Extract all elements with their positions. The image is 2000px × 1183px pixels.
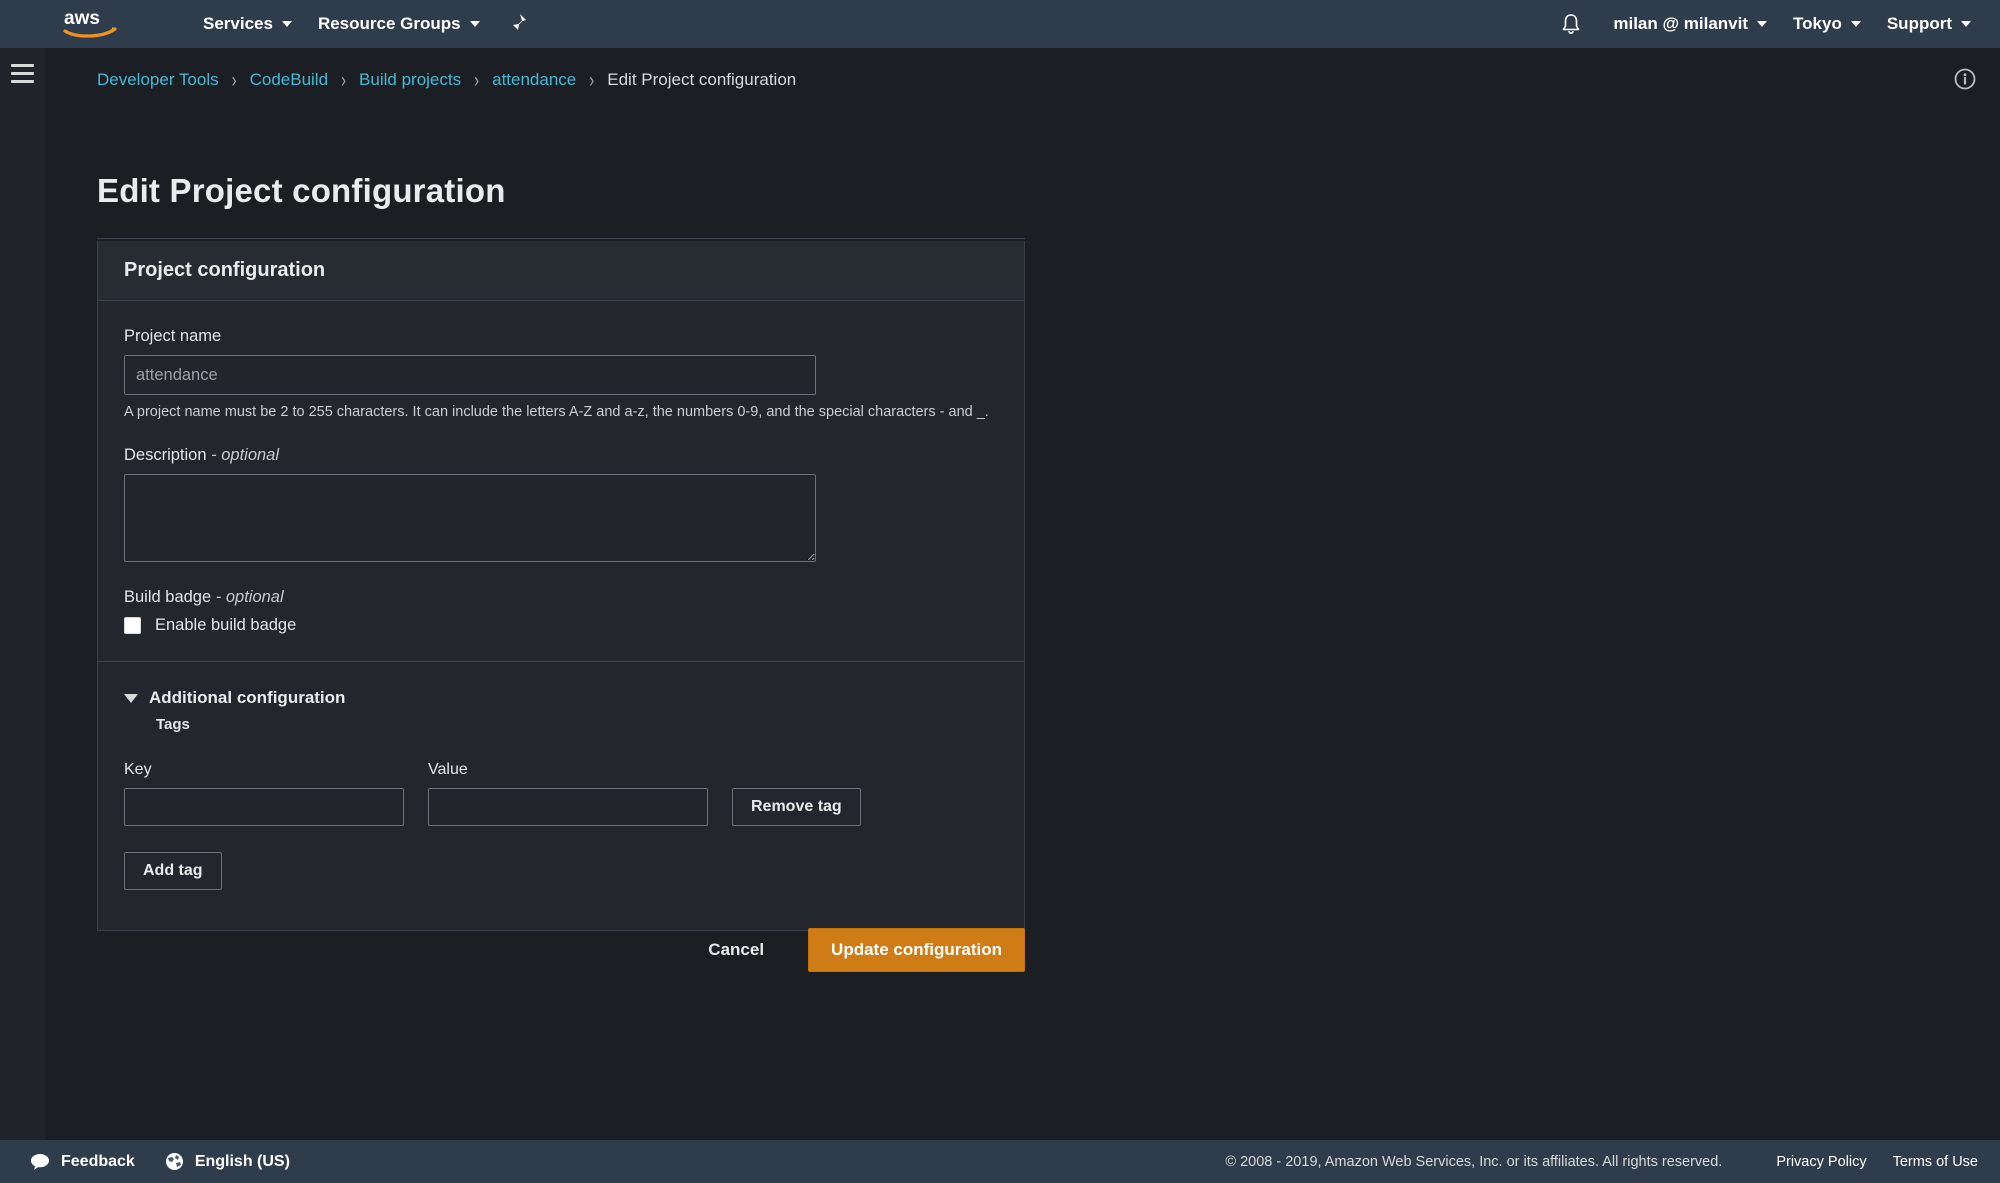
tag-key-input[interactable]: [124, 788, 404, 826]
additional-configuration-section: Additional configuration Tags Key Value …: [98, 662, 1024, 930]
info-circle-icon: [1954, 68, 1976, 90]
breadcrumb-item-current: Edit Project configuration: [607, 70, 797, 89]
breadcrumb-separator: ›: [474, 68, 480, 92]
top-navigation-bar: aws Services Resource Groups milan @ mil…: [0, 0, 2000, 48]
language-label: English (US): [194, 1152, 290, 1170]
support-menu-label: Support: [1886, 14, 1952, 33]
chevron-down-icon: [469, 21, 480, 27]
language-selector[interactable]: English (US): [165, 1152, 290, 1171]
notifications-button[interactable]: [1558, 11, 1584, 37]
build-badge-optional-suffix: - optional: [215, 588, 284, 606]
bell-icon: [1563, 14, 1580, 35]
hamburger-menu-icon[interactable]: [11, 64, 34, 88]
enable-build-badge-label: Enable build badge: [155, 616, 297, 634]
update-configuration-button[interactable]: Update configuration: [808, 928, 1025, 972]
aws-logo-icon: aws: [63, 8, 117, 38]
region-menu-label: Tokyo: [1793, 14, 1842, 33]
title-divider: [97, 238, 1025, 239]
top-navigation-right: milan @ milanvit Tokyo Support: [1558, 0, 2000, 48]
page-footer: Feedback English (US) © 2008 - 2019, Ama…: [0, 1140, 2000, 1183]
pin-icon: [509, 14, 526, 33]
tag-value-input[interactable]: [428, 788, 708, 826]
project-configuration-card: Project configuration Project name A pro…: [97, 241, 1025, 931]
hamburger-bar: [11, 80, 34, 83]
copyright-text: © 2008 - 2019, Amazon Web Services, Inc.…: [1225, 1153, 1723, 1170]
additional-configuration-toggle[interactable]: Additional configuration: [124, 688, 998, 708]
card-header-title: Project configuration: [124, 259, 326, 281]
project-name-input[interactable]: [124, 355, 816, 395]
hamburger-bar: [11, 64, 34, 67]
tag-key-label: Key: [124, 761, 152, 778]
tag-key-column: Key: [124, 761, 404, 826]
project-details-section: Project name A project name must be 2 to…: [98, 301, 1024, 662]
breadcrumb-separator: ›: [589, 68, 595, 92]
left-sidebar: [0, 48, 45, 1140]
info-panel-toggle[interactable]: [1952, 66, 1978, 92]
account-menu-label: milan @ milanvit: [1613, 14, 1749, 33]
tag-value-column: Value: [428, 761, 708, 826]
project-name-label: Project name: [124, 327, 222, 345]
svg-text:aws: aws: [64, 8, 100, 29]
chevron-down-icon: [1961, 21, 1971, 27]
region-menu[interactable]: Tokyo: [1780, 0, 1874, 48]
terms-of-use-link[interactable]: Terms of Use: [1893, 1154, 1978, 1170]
account-menu[interactable]: milan @ milanvit: [1600, 0, 1780, 48]
feedback-label: Feedback: [61, 1152, 135, 1170]
enable-build-badge-row[interactable]: Enable build badge: [124, 616, 998, 635]
add-tag-button[interactable]: Add tag: [124, 852, 222, 890]
hamburger-bar: [11, 72, 34, 75]
pin-shortcut-button[interactable]: [493, 0, 541, 48]
tag-row: Key Value Remove tag: [124, 761, 998, 826]
build-badge-label: Build badge - optional: [124, 588, 998, 607]
description-label: Description - optional: [124, 446, 998, 465]
breadcrumb-item-attendance[interactable]: attendance: [492, 70, 576, 90]
feedback-button[interactable]: Feedback: [30, 1153, 135, 1171]
tag-value-label: Value: [428, 761, 468, 778]
chevron-down-icon: [124, 693, 138, 703]
support-menu[interactable]: Support: [1874, 0, 1984, 48]
speech-bubble-icon: [30, 1153, 50, 1171]
nav-item-services[interactable]: Services: [190, 0, 305, 48]
enable-build-badge-checkbox[interactable]: [124, 617, 141, 634]
project-name-helper-text: A project name must be 2 to 255 characte…: [124, 404, 989, 420]
description-label-text: Description: [124, 446, 207, 464]
nav-item-services-label: Services: [203, 14, 273, 33]
breadcrumb: Developer Tools › CodeBuild › Build proj…: [97, 68, 797, 92]
breadcrumb-separator: ›: [231, 68, 237, 92]
chevron-down-icon: [1757, 21, 1768, 27]
main-content-area: Developer Tools › CodeBuild › Build proj…: [45, 48, 2000, 1140]
breadcrumb-item-codebuild[interactable]: CodeBuild: [250, 70, 328, 90]
aws-logo[interactable]: aws: [62, 7, 120, 41]
nav-item-resource-groups-label: Resource Groups: [317, 14, 461, 33]
page-title: Edit Project configuration: [97, 172, 506, 209]
privacy-policy-link[interactable]: Privacy Policy: [1776, 1154, 1866, 1170]
build-badge-label-text: Build badge: [124, 588, 212, 606]
card-header: Project configuration: [98, 241, 1024, 301]
chevron-down-icon: [1850, 21, 1861, 27]
breadcrumb-item-build-projects[interactable]: Build projects: [359, 70, 461, 90]
description-textarea[interactable]: [124, 474, 816, 562]
breadcrumb-separator: ›: [341, 68, 347, 92]
remove-tag-button[interactable]: Remove tag: [732, 788, 861, 826]
cancel-button[interactable]: Cancel: [688, 930, 784, 970]
additional-configuration-title: Additional configuration: [149, 688, 346, 707]
nav-item-resource-groups[interactable]: Resource Groups: [305, 0, 493, 48]
chevron-down-icon: [281, 21, 292, 27]
form-actions: Cancel Update configuration: [97, 920, 1025, 980]
breadcrumb-item-developer-tools[interactable]: Developer Tools: [97, 70, 219, 90]
globe-icon: [165, 1152, 184, 1171]
description-optional-suffix: - optional: [211, 446, 280, 464]
tags-subtitle: Tags: [156, 716, 190, 733]
